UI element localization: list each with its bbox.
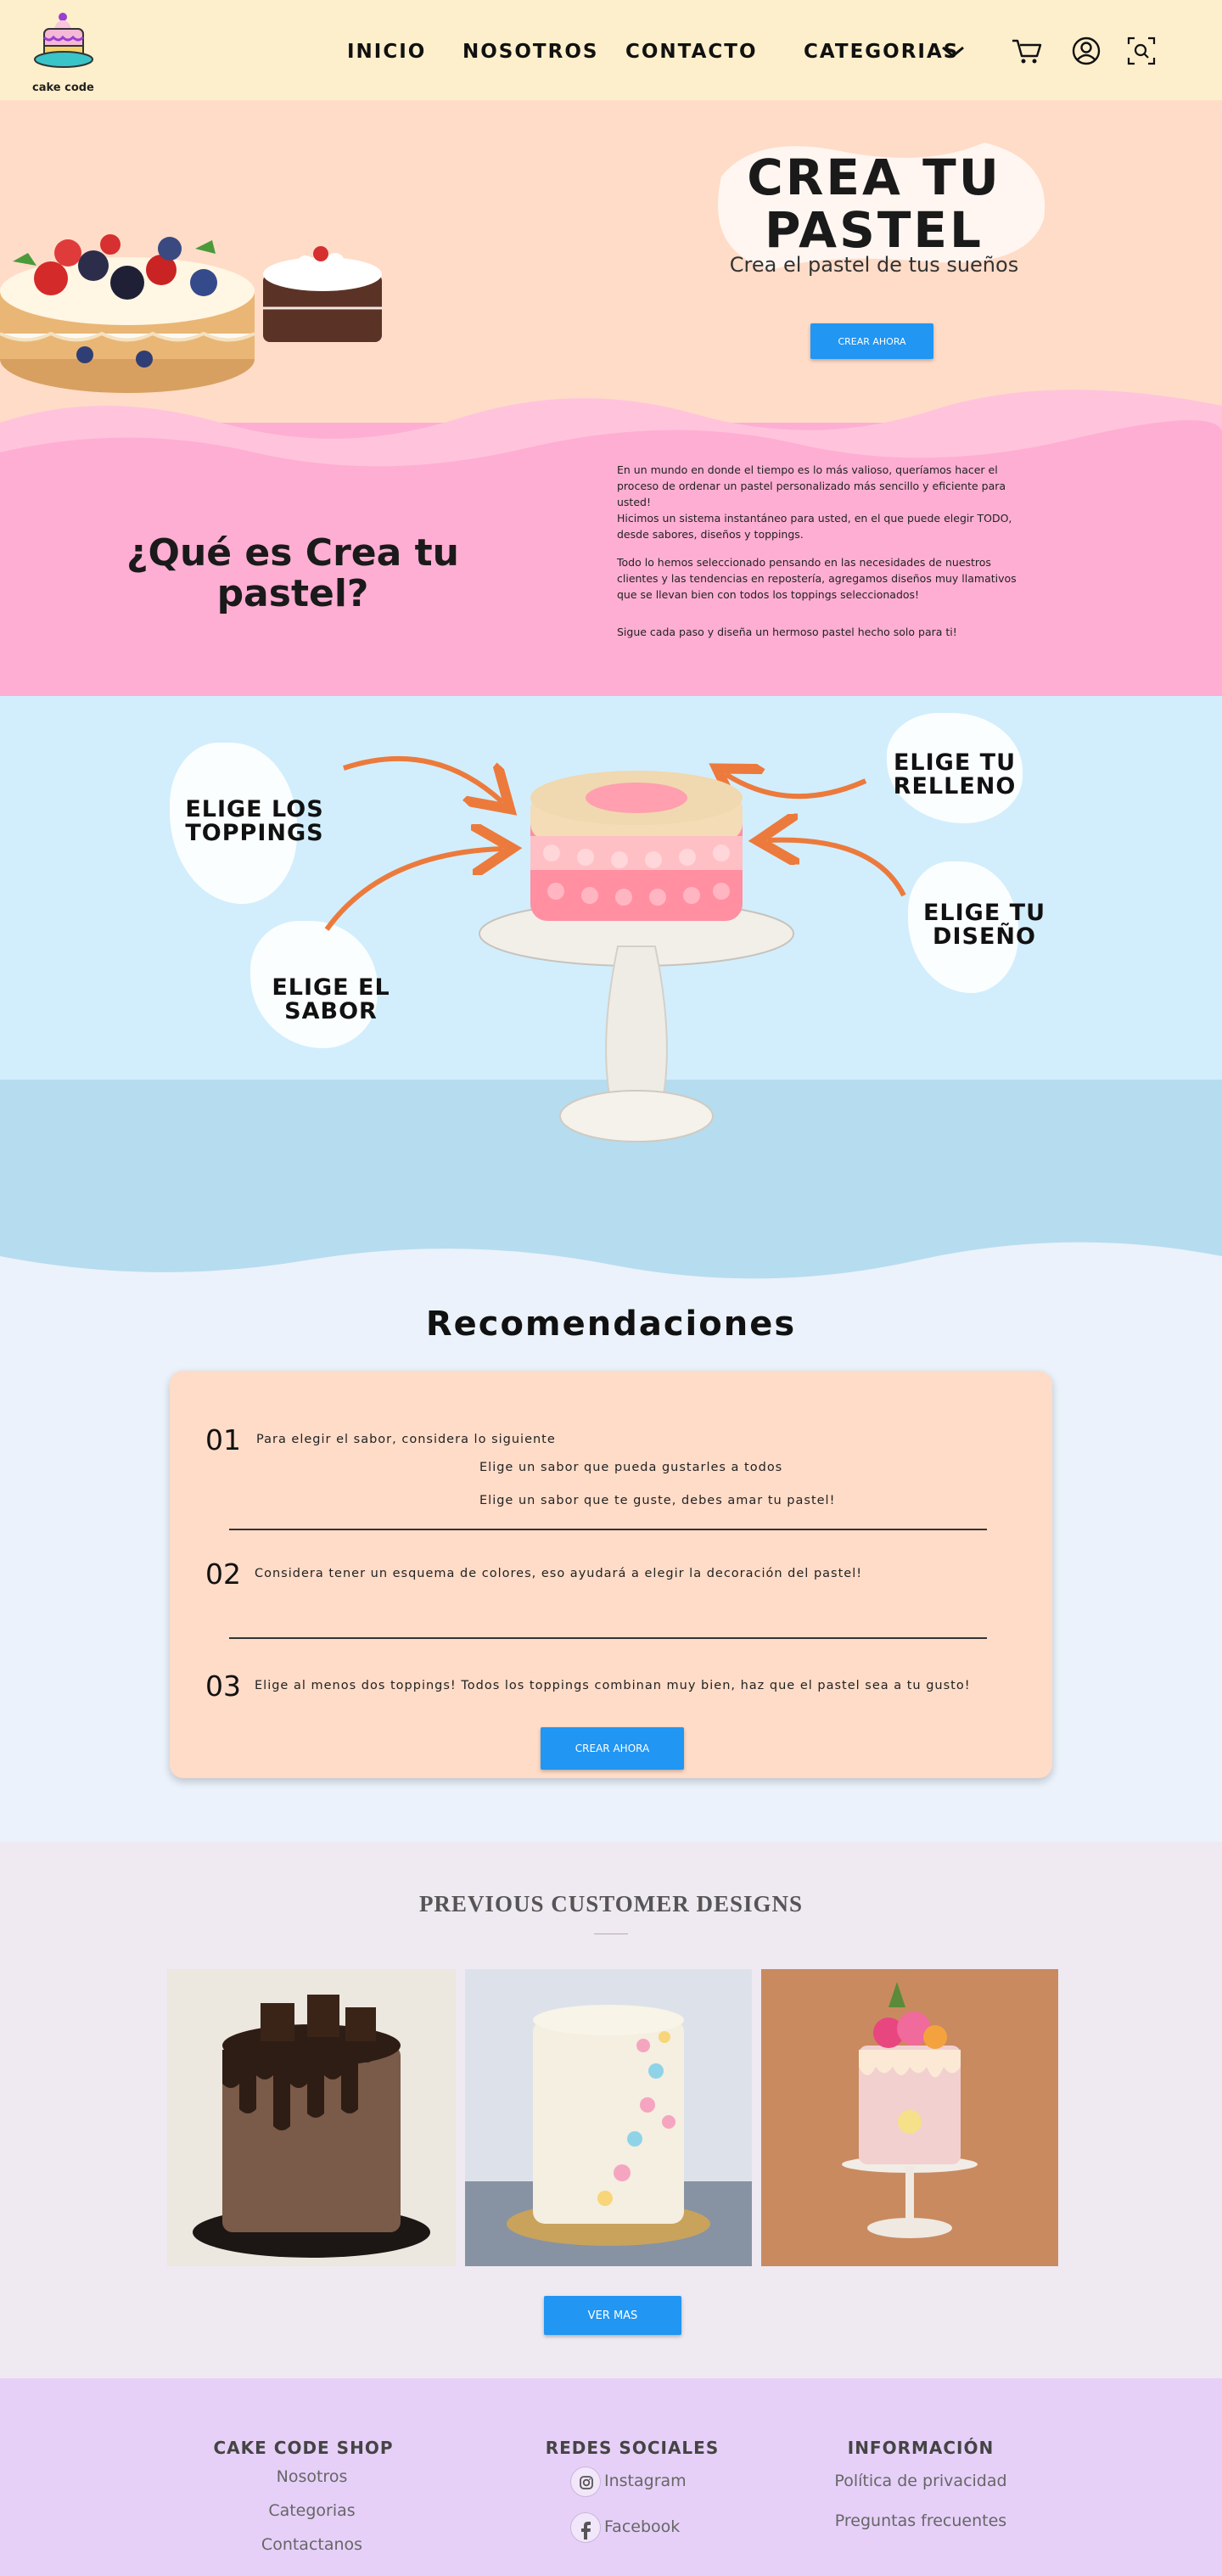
- rec-text-1: Para elegir el sabor, considera lo sigui…: [256, 1433, 556, 1446]
- facebook-icon[interactable]: [570, 2512, 601, 2543]
- gallery-image-pastel-cake[interactable]: [465, 1969, 752, 2266]
- nav-link-categorias[interactable]: CATEGORIAS: [804, 41, 959, 63]
- top-navbar: cake code INICIO NOSOTROS CONTACTO CATEG…: [0, 0, 1222, 100]
- user-icon[interactable]: [1069, 34, 1103, 68]
- center-cake-image: [479, 771, 794, 1142]
- footer-link-contactanos[interactable]: Contactanos: [221, 2535, 403, 2554]
- about-title: ¿Qué es Crea tu pastel?: [126, 531, 459, 615]
- rec-sub-1a: Elige un sabor que pueda gustarles a tod…: [479, 1461, 783, 1474]
- chevron-down-icon[interactable]: [940, 44, 966, 61]
- recommendations-card: 01 Para elegir el sabor, considera lo si…: [170, 1371, 1052, 1778]
- rec-number-1: 01: [205, 1423, 241, 1456]
- footer-link-categorias[interactable]: Categorias: [221, 2501, 403, 2520]
- footer-shop-title: CAKE CODE SHOP: [213, 2438, 394, 2458]
- hero-crear-ahora-button[interactable]: CREAR AHORA: [810, 323, 933, 359]
- about-paragraph-3: Todo lo hemos seleccionado pensando en l…: [617, 556, 1017, 601]
- rec-sub-1b: Elige un sabor que te guste, debes amar …: [479, 1494, 836, 1507]
- about-paragraph-4: Sigue cada paso y diseña un hermoso past…: [617, 626, 957, 638]
- pastel-cake-picture: [465, 1969, 752, 2266]
- hero-title-line-1: CREA TU: [747, 149, 1001, 206]
- chocolate-cake-picture: [167, 1969, 456, 2266]
- logo-text: cake code: [32, 81, 94, 94]
- footer-info-title: INFORMACIÓN: [847, 2438, 995, 2458]
- hero-subtitle: Crea el pastel de tus sueños: [729, 253, 1019, 277]
- rec-text-3: Elige al menos dos toppings! Todos los t…: [255, 1679, 971, 1692]
- footer-link-facebook[interactable]: Facebook: [604, 2517, 680, 2536]
- cake-steps-section: ELIGE LOS TOPPINGS ELIGE TU RELLENO ELIG…: [0, 696, 1222, 1294]
- site-footer: CAKE CODE SHOP Nosotros Categorias Conta…: [0, 2378, 1222, 2576]
- footer-link-privacidad[interactable]: Política de privacidad: [785, 2472, 1057, 2490]
- nav-link-contacto[interactable]: CONTACTO: [625, 41, 758, 63]
- cake-logo-icon: [34, 13, 93, 68]
- rec-divider-1: [229, 1529, 987, 1530]
- search-icon[interactable]: [1124, 34, 1158, 68]
- hero-title-line-2: PASTEL: [765, 201, 984, 259]
- hero-section: CREA TU PASTEL Crea el pastel de tus sue…: [0, 100, 1222, 696]
- nav-link-nosotros[interactable]: NOSOTROS: [462, 41, 598, 63]
- rec-divider-2: [229, 1637, 987, 1639]
- about-paragraph-1: En un mundo en donde el tiempo es lo más…: [617, 463, 1006, 508]
- gallery-title-rule: [594, 1933, 628, 1934]
- recommendations-title: Recomendaciones: [425, 1305, 797, 1344]
- rec-number-2: 02: [205, 1557, 241, 1591]
- steps-wave-divider: [0, 1242, 1222, 1294]
- hero-cake-image: [0, 234, 382, 393]
- footer-link-preguntas[interactable]: Preguntas frecuentes: [785, 2511, 1057, 2530]
- rec-number-3: 03: [205, 1670, 241, 1703]
- gallery-title: PREVIOUS CUSTOMER DESIGNS: [418, 1891, 804, 1917]
- rec-text-2: Considera tener un esquema de colores, e…: [255, 1567, 863, 1580]
- instagram-icon[interactable]: [570, 2467, 601, 2497]
- gallery-image-chocolate-cake[interactable]: [167, 1969, 456, 2266]
- drip-cake-picture: [761, 1969, 1058, 2266]
- nav-link-inicio[interactable]: INICIO: [347, 41, 426, 63]
- ver-mas-button[interactable]: VER MAS: [544, 2296, 681, 2335]
- recommendations-section: Recomendaciones 01 Para elegir el sabor,…: [0, 1294, 1222, 1842]
- footer-link-instagram[interactable]: Instagram: [604, 2472, 687, 2490]
- previous-designs-section: PREVIOUS CUSTOMER DESIGNS VER MAS: [0, 1842, 1222, 2378]
- cart-icon[interactable]: [1010, 34, 1044, 68]
- footer-social-title: REDES SOCIALES: [545, 2438, 720, 2458]
- gallery-image-drip-cake[interactable]: [761, 1969, 1058, 2266]
- about-paragraph-2: Hicimos un sistema instantáneo para uste…: [617, 512, 1012, 541]
- brand-logo[interactable]: cake code: [25, 8, 102, 94]
- hero-title: CREA TU PASTEL: [730, 151, 1018, 256]
- recs-crear-ahora-button[interactable]: CREAR AHORA: [541, 1727, 684, 1770]
- footer-link-nosotros[interactable]: Nosotros: [221, 2467, 403, 2486]
